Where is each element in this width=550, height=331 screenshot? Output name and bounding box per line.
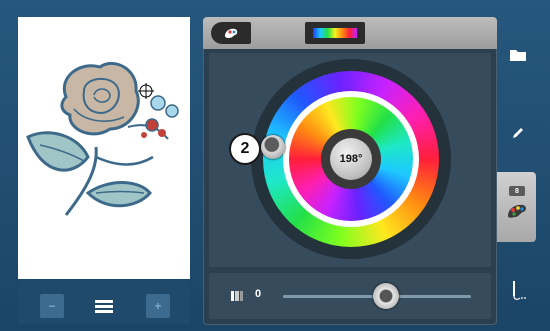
layers-icon: [95, 300, 113, 313]
pencil-icon: [513, 128, 523, 138]
minus-icon: −: [48, 299, 56, 313]
preview-toolbar: − +: [18, 282, 190, 324]
needle-thread-icon: [513, 281, 526, 300]
plus-icon: +: [154, 299, 162, 313]
color-panel: 198° 2 0: [203, 17, 497, 325]
color-palette-icon: [508, 204, 526, 218]
folder-button[interactable]: [503, 40, 533, 70]
tab-color-drop[interactable]: [211, 22, 251, 44]
plus-button[interactable]: +: [146, 294, 170, 318]
rainbow-spectrum-icon: [313, 28, 357, 38]
step-number-badge: 2: [229, 133, 261, 165]
brightness-slider-area: 0: [209, 273, 491, 319]
color-drop-icon: [225, 28, 238, 38]
brightness-icon: [231, 291, 243, 301]
design-preview[interactable]: [18, 17, 190, 279]
brightness-value: 0: [255, 288, 262, 300]
panel-tab-bar: [203, 17, 497, 49]
brightness-slider-thumb[interactable]: [373, 283, 400, 309]
needle-thread-button[interactable]: [503, 276, 533, 306]
step-number: 2: [240, 140, 250, 157]
color-count-badge: 8: [509, 186, 525, 196]
hue-degree-knob[interactable]: 198°: [330, 138, 372, 180]
folder-icon: [510, 50, 526, 61]
color-palette-tab[interactable]: 8: [497, 172, 536, 242]
color-wheel-area: 198° 2: [209, 53, 491, 267]
rose-embroidery-design: [26, 61, 179, 216]
edit-button[interactable]: [503, 118, 533, 148]
outer-ring-handle[interactable]: [261, 135, 285, 159]
hue-degree-value: 198°: [339, 153, 363, 165]
tab-rainbow-spectrum[interactable]: [305, 22, 365, 44]
minus-button[interactable]: −: [40, 294, 64, 318]
layers-button[interactable]: [88, 294, 120, 318]
